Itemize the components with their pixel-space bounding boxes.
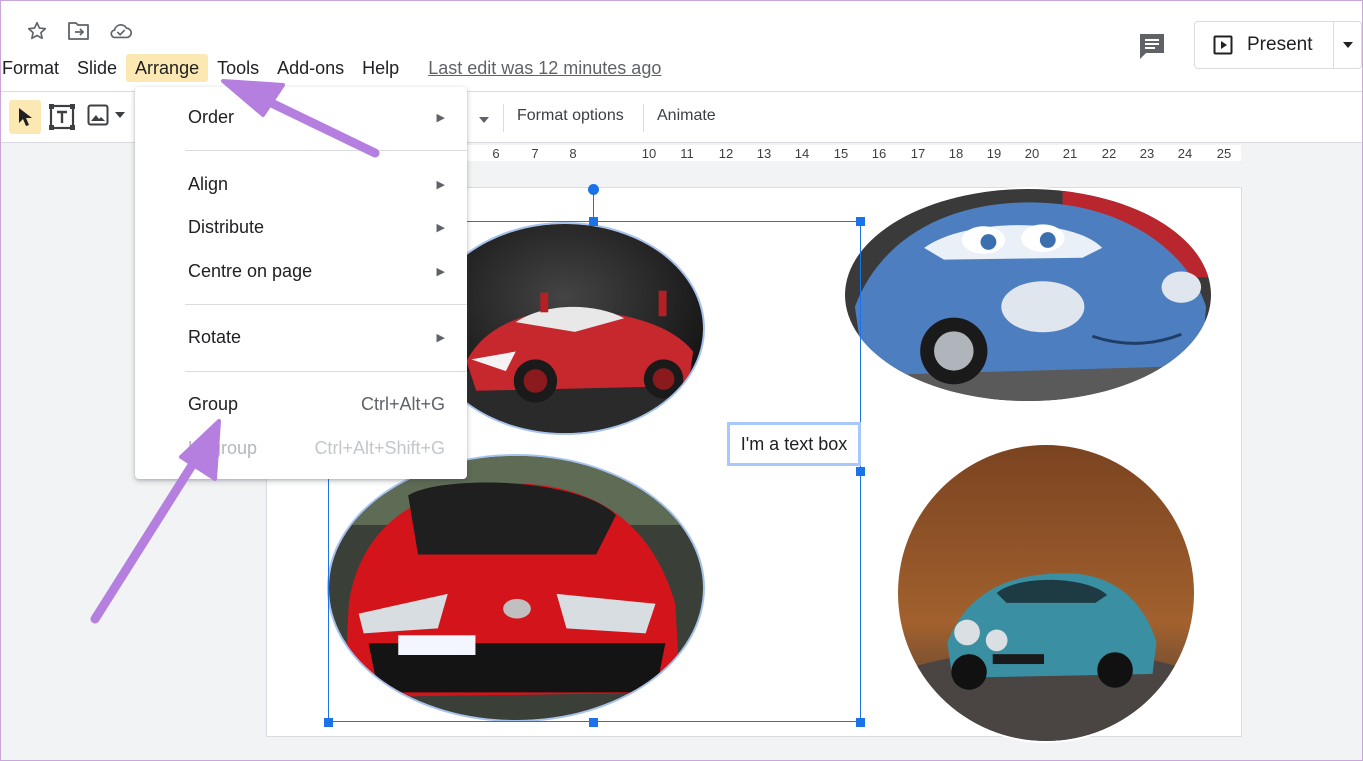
submenu-arrow-icon: ▶ <box>436 111 445 124</box>
menu-divider <box>185 371 467 372</box>
menu-item-label: Order <box>188 106 235 127</box>
insert-image-button[interactable] <box>87 104 125 126</box>
ruler-tick: 7 <box>531 146 539 161</box>
last-edit-link[interactable]: Last edit was 12 minutes ago <box>428 57 661 79</box>
toolbar-divider <box>503 104 504 132</box>
ruler-tick: 19 <box>986 146 1002 161</box>
comment-icon[interactable] <box>1137 31 1167 61</box>
ruler-tick: 8 <box>569 146 577 161</box>
slides-window: Format Slide Arrange Tools Add-ons Help … <box>0 0 1363 761</box>
ruler-tick: 22 <box>1101 146 1117 161</box>
submenu-arrow-icon: ▶ <box>436 265 445 278</box>
caret-down-icon <box>115 112 125 118</box>
menu-divider <box>185 150 467 151</box>
menu-item-align[interactable]: Align ▶ <box>188 169 445 199</box>
present-dropdown[interactable] <box>1334 41 1361 49</box>
shortcut-label: Ctrl+Alt+G <box>360 393 445 414</box>
menu-add-ons[interactable]: Add-ons <box>268 54 353 82</box>
menu-divider <box>185 304 467 305</box>
menu-item-label: Align <box>188 173 229 194</box>
menu-bar: Format Slide Arrange Tools Add-ons Help … <box>1 53 661 83</box>
submenu-arrow-icon: ▶ <box>436 178 445 191</box>
ruler-tick: 6 <box>492 146 500 161</box>
menu-slide[interactable]: Slide <box>68 54 126 82</box>
cursor-icon <box>19 108 32 126</box>
menu-item-ungroup: Ungroup Ctrl+Alt+Shift+G <box>188 433 445 463</box>
ruler-tick: 18 <box>948 146 964 161</box>
image-blue-cartoon-car[interactable] <box>843 187 1213 403</box>
shortcut-label: Ctrl+Alt+Shift+G <box>314 437 445 458</box>
caret-down-icon <box>1342 42 1353 48</box>
menu-item-label: Distribute <box>188 216 265 237</box>
resize-handle[interactable] <box>856 217 865 226</box>
ruler-strip <box>467 145 1241 161</box>
present-button-group: Present <box>1194 21 1362 69</box>
ruler-tick: 12 <box>718 146 734 161</box>
resize-handle[interactable] <box>856 467 865 476</box>
present-label: Present <box>1247 34 1313 55</box>
menu-item-centre-on-page[interactable]: Centre on page ▶ <box>188 256 445 286</box>
move-to-folder-icon[interactable] <box>67 19 91 43</box>
menu-item-order[interactable]: Order ▶ <box>188 102 445 132</box>
text-box-tool-button[interactable] <box>49 104 75 135</box>
present-icon <box>1213 35 1233 55</box>
ruler-tick: 24 <box>1177 146 1193 161</box>
image-blue-alpine-car[interactable] <box>896 443 1196 743</box>
slide-text-box[interactable]: I'm a text box <box>727 422 861 466</box>
caret-down-icon <box>479 117 489 123</box>
ruler-tick: 11 <box>680 146 694 161</box>
header: Format Slide Arrange Tools Add-ons Help … <box>1 1 1362 91</box>
ruler-tick: 15 <box>833 146 849 161</box>
ruler-tick: 21 <box>1062 146 1078 161</box>
submenu-arrow-icon: ▶ <box>436 221 445 234</box>
resize-handle[interactable] <box>324 718 333 727</box>
ruler-tick: 20 <box>1024 146 1040 161</box>
select-tool-button[interactable] <box>9 100 41 134</box>
resize-handle[interactable] <box>856 718 865 727</box>
menu-help[interactable]: Help <box>353 54 408 82</box>
doc-title-icons <box>25 19 133 43</box>
ruler-tick: 14 <box>794 146 810 161</box>
text-box-icon <box>49 104 75 130</box>
ruler-tick: 25 <box>1216 146 1232 161</box>
menu-tools[interactable]: Tools <box>208 54 268 82</box>
menu-item-label: Ungroup <box>188 437 258 458</box>
present-button[interactable]: Present <box>1195 22 1335 68</box>
rotation-handle[interactable] <box>588 184 599 195</box>
ruler-tick: 10 <box>641 146 657 161</box>
cloud-saved-icon[interactable] <box>109 19 133 43</box>
menu-item-rotate[interactable]: Rotate ▶ <box>188 322 445 352</box>
menu-item-label: Group <box>188 393 239 414</box>
resize-handle[interactable] <box>589 718 598 727</box>
ruler-tick: 13 <box>756 146 772 161</box>
line-weight-dropdown[interactable] <box>479 110 489 128</box>
submenu-arrow-icon: ▶ <box>436 331 445 344</box>
star-icon[interactable] <box>25 19 49 43</box>
menu-format[interactable]: Format <box>1 54 68 82</box>
ruler-tick: 23 <box>1139 146 1155 161</box>
format-options-button[interactable]: Format options <box>517 107 624 125</box>
resize-handle[interactable] <box>589 217 598 226</box>
menu-arrange[interactable]: Arrange <box>126 54 209 82</box>
menu-item-group[interactable]: Group Ctrl+Alt+G <box>188 389 445 419</box>
menu-item-label: Rotate <box>188 326 242 347</box>
toolbar-divider <box>643 104 644 132</box>
arrange-menu: Order ▶ Align ▶ Distribute ▶ Centre on p… <box>135 87 467 479</box>
ruler-tick: 16 <box>871 146 887 161</box>
animate-button[interactable]: Animate <box>657 107 716 125</box>
menu-item-distribute[interactable]: Distribute ▶ <box>188 212 445 242</box>
menu-item-label: Centre on page <box>188 260 313 281</box>
image-icon <box>87 104 109 126</box>
ruler-tick: 17 <box>910 146 926 161</box>
